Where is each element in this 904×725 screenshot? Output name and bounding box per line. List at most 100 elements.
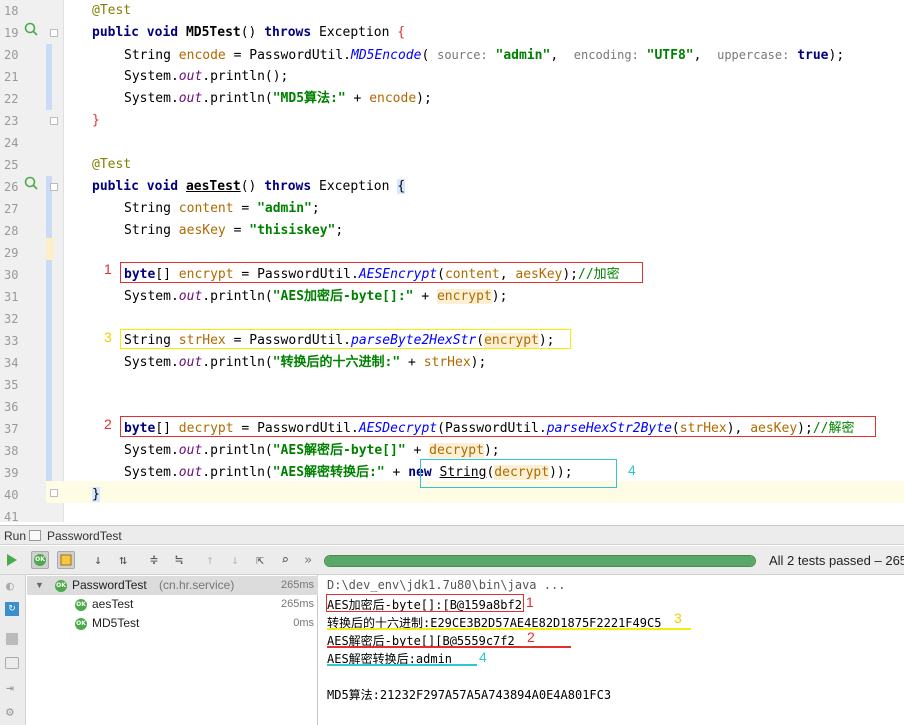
console-line-md5: MD5算法:21232F297A57A5A743894A0E4A801FC3 (327, 688, 612, 702)
code-line-28: String aesKey = "thisiskey"; (124, 223, 344, 238)
line-number: 21 (4, 70, 19, 84)
console-underline-3 (327, 628, 691, 630)
annotation-number-1: 1 (104, 261, 112, 277)
line-number: 31 (4, 290, 19, 304)
line-number: 19 (4, 26, 19, 40)
tree-root-time: 265ms (280, 579, 314, 591)
passed-icon: OK (75, 618, 87, 630)
annotation-box-1 (120, 262, 643, 283)
collapse-all-icon[interactable]: ≒ (170, 551, 188, 569)
run-side-toolbar: ◐ ↻ ⇥ ⚙ (0, 575, 26, 725)
history-icon[interactable]: ⌕ (276, 551, 294, 569)
test-progress-bar (324, 555, 756, 567)
line-number: 26 (4, 180, 19, 194)
code-line-40: } (92, 487, 100, 502)
code-line-22: System.out.println("MD5算法:" + encode); (124, 91, 432, 106)
test-config-icon (29, 530, 41, 541)
code-line-27: String content = "admin"; (124, 201, 320, 216)
code-line-19: public void MD5Test() throws Exception { (92, 25, 406, 40)
line-number: 20 (4, 48, 19, 62)
change-marker (46, 238, 54, 260)
tree-child-label: MD5Test (92, 616, 140, 630)
export-icon[interactable]: ⇱ (251, 551, 269, 569)
fold-icon[interactable] (50, 489, 58, 497)
line-number: 38 (4, 444, 19, 458)
tree-root-label: PasswordTest (72, 578, 147, 592)
show-passed-icon[interactable]: OK (31, 551, 49, 569)
line-number: 40 (4, 488, 19, 502)
passed-icon: OK (75, 599, 87, 611)
code-editor[interactable]: 18 19 20 21 22 23 24 25 26 27 28 29 30 31 32 33 34 35 36 37… (0, 0, 904, 524)
previous-test-icon[interactable]: ↑ (201, 551, 219, 569)
test-status-text: All 2 tests passed – 265 (769, 553, 904, 568)
tree-root-package: (cn.hr.service) (159, 578, 235, 592)
console-mark-3: 3 (674, 610, 682, 626)
code-line-34: System.out.println("转换后的十六进制:" + strHex)… (124, 355, 487, 370)
line-number: 24 (4, 136, 19, 150)
run-test-icon[interactable] (24, 176, 38, 190)
settings-icon[interactable]: ⚙ (6, 705, 14, 720)
change-marker (46, 44, 52, 110)
fold-icon[interactable] (50, 29, 58, 37)
sort-duration-icon[interactable]: ⇅ (114, 551, 132, 569)
line-number: 28 (4, 224, 19, 238)
line-number: 23 (4, 114, 19, 128)
annotation-number-4: 4 (628, 462, 636, 478)
line-number: 32 (4, 312, 19, 326)
line-number: 30 (4, 268, 19, 282)
line-number: 18 (4, 4, 19, 18)
console-mark-2: 2 (527, 629, 535, 645)
line-number: 36 (4, 400, 19, 414)
tree-child-time: 265ms (280, 598, 314, 610)
camera-icon[interactable] (5, 657, 19, 669)
console-underline-4 (327, 664, 477, 666)
code-line-26: public void aesTest() throws Exception { (92, 179, 406, 194)
more-icon[interactable]: » (299, 551, 317, 569)
expand-arrow-icon[interactable]: ▼ (35, 576, 44, 595)
debug-icon[interactable]: ◐ (6, 579, 14, 594)
tree-child-row[interactable]: OK aesTest 265ms (27, 595, 318, 614)
stop-icon[interactable] (6, 633, 18, 645)
run-tool-window-header: Run PasswordTest (0, 525, 904, 545)
code-line-23: } (92, 113, 100, 128)
show-ignored-icon[interactable] (57, 551, 75, 569)
line-number: 27 (4, 202, 19, 216)
line-number: 35 (4, 378, 19, 392)
fold-icon[interactable] (50, 117, 58, 125)
line-number: 22 (4, 92, 19, 106)
console-underline-2 (327, 646, 571, 648)
tree-root-row[interactable]: ▼ OK PasswordTest (cn.hr.service) 265ms (27, 576, 318, 595)
login-icon[interactable]: ⇥ (6, 681, 14, 696)
test-results-tree: ▼ OK PasswordTest (cn.hr.service) 265ms … (27, 575, 318, 725)
run-toolbar: OK ↓ ⇅ ≑ ≒ ↑ ↓ ⇱ ⌕ » All 2 tests passed … (0, 546, 904, 575)
run-test-icon[interactable] (24, 22, 38, 36)
line-number: 37 (4, 422, 19, 436)
run-tab-label[interactable]: Run (4, 529, 26, 543)
fold-icon[interactable] (50, 183, 58, 191)
expand-all-icon[interactable]: ≑ (145, 551, 163, 569)
code-line-18: @Test (92, 3, 132, 18)
change-marker (46, 176, 52, 496)
run-config-name[interactable]: PasswordTest (47, 529, 122, 543)
code-line-31: System.out.println("AES加密后-byte[]:" + en… (124, 289, 508, 304)
rerun-icon[interactable] (3, 551, 21, 569)
code-line-21: System.out.println(); (124, 69, 289, 84)
sort-alpha-icon[interactable]: ↓ (89, 551, 107, 569)
line-number: 29 (4, 246, 19, 260)
annotation-number-3: 3 (104, 329, 112, 345)
annotation-number-2: 2 (104, 416, 112, 432)
annotation-box-3 (120, 329, 571, 349)
line-number: 33 (4, 334, 19, 348)
console-box-1 (326, 594, 524, 612)
annotation-box-2 (120, 416, 876, 437)
line-number: 25 (4, 158, 19, 172)
code-line-25: @Test (92, 157, 132, 172)
next-test-icon[interactable]: ↓ (226, 551, 244, 569)
tree-child-row[interactable]: OK MD5Test 0ms (27, 614, 318, 633)
test-progress-fill (325, 556, 755, 566)
annotation-box-4 (420, 459, 617, 488)
console-output[interactable]: D:\dev_env\jdk1.7u80\bin\java ... AES加密后… (319, 575, 904, 725)
toggle-auto-test-icon[interactable]: ↻ (5, 602, 19, 616)
line-number: 34 (4, 356, 19, 370)
console-mark-1: 1 (526, 594, 534, 610)
